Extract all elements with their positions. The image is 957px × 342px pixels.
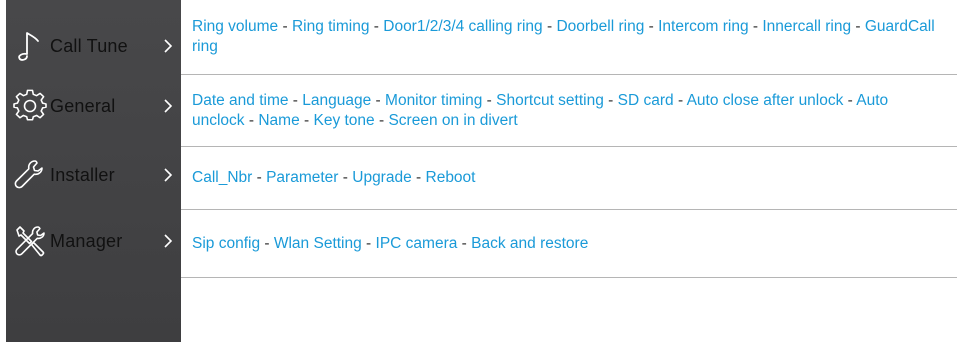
settings-link[interactable]: IPC camera — [376, 235, 458, 252]
settings-link[interactable]: Reboot — [426, 169, 476, 186]
link-separator: - — [843, 91, 857, 109]
sidebar-item-label: Installer — [50, 164, 115, 185]
link-separator: - — [338, 169, 353, 186]
sidebar-item-manager[interactable]: Manager — [6, 211, 181, 271]
settings-link[interactable]: Auto close after unlock — [687, 92, 844, 109]
settings-link[interactable]: Intercom ring — [658, 18, 748, 35]
music-note-icon — [10, 26, 50, 66]
settings-row-general: Date and time - Language - Monitor timin… — [181, 75, 957, 147]
sidebar: Call Tune General Installer Manager — [6, 0, 181, 342]
tools-icon — [10, 221, 50, 261]
chevron-right-icon — [163, 167, 173, 183]
settings-rows: Ring volume - Ring timing - Door1/2/3/4 … — [181, 0, 957, 342]
chevron-right-icon — [163, 233, 173, 249]
settings-link[interactable]: Back and restore — [471, 235, 588, 252]
link-separator: - — [252, 169, 267, 186]
link-separator: - — [244, 111, 259, 129]
settings-row-call-tune: Ring volume - Ring timing - Door1/2/3/4 … — [181, 0, 957, 75]
link-separator: - — [603, 91, 618, 109]
link-separator: - — [482, 91, 497, 109]
settings-link[interactable]: Wlan Setting — [274, 235, 362, 252]
link-list: Sip config - Wlan Setting - IPC camera -… — [192, 234, 588, 254]
settings-link[interactable]: Upgrade — [352, 169, 411, 186]
link-separator: - — [369, 18, 384, 35]
settings-link[interactable]: Call_Nbr — [192, 169, 252, 186]
link-separator: - — [411, 169, 426, 186]
link-list: Date and time - Language - Monitor timin… — [192, 91, 943, 131]
sidebar-item-label: Call Tune — [50, 35, 128, 56]
settings-link[interactable]: Doorbell ring — [556, 18, 644, 35]
settings-link[interactable]: Monitor timing — [385, 92, 482, 109]
settings-screen: Call Tune General Installer Manager Ring… — [0, 0, 957, 342]
sidebar-item-installer[interactable]: Installer — [6, 145, 181, 205]
settings-link[interactable]: Ring volume — [192, 18, 278, 35]
settings-link[interactable]: Parameter — [266, 169, 338, 186]
link-separator: - — [288, 91, 303, 109]
settings-link[interactable]: Date and time — [192, 92, 289, 109]
link-separator: - — [374, 111, 389, 129]
settings-link[interactable]: Language — [302, 92, 371, 109]
chevron-right-icon — [163, 98, 173, 114]
settings-link[interactable]: Innercall ring — [762, 18, 851, 35]
sidebar-item-label: Manager — [50, 230, 123, 251]
settings-link[interactable]: Door1/2/3/4 calling ring — [383, 18, 542, 35]
settings-link[interactable]: Shortcut setting — [496, 92, 604, 109]
link-separator: - — [278, 18, 292, 35]
link-list: Ring volume - Ring timing - Door1/2/3/4 … — [192, 17, 943, 57]
chevron-right-icon — [163, 38, 173, 54]
link-separator: - — [748, 18, 763, 35]
wrench-icon — [10, 155, 50, 195]
settings-link[interactable]: SD card — [618, 92, 674, 109]
link-separator: - — [644, 18, 659, 35]
link-separator: - — [361, 234, 376, 252]
link-separator: - — [260, 234, 274, 252]
link-separator: - — [851, 18, 865, 35]
settings-link[interactable]: Sip config — [192, 235, 260, 252]
link-separator: - — [371, 91, 386, 109]
sidebar-item-call-tune[interactable]: Call Tune — [6, 16, 181, 76]
settings-row-installer: Call_Nbr - Parameter - Upgrade - Reboot — [181, 147, 957, 210]
settings-link[interactable]: Key tone — [313, 112, 374, 129]
link-list: Call_Nbr - Parameter - Upgrade - Reboot — [192, 168, 475, 188]
gear-icon — [10, 86, 50, 126]
link-separator: - — [673, 91, 687, 109]
link-separator: - — [457, 234, 472, 252]
link-separator: - — [542, 18, 557, 35]
sidebar-item-label: General — [50, 95, 116, 116]
settings-link[interactable]: Name — [258, 112, 299, 129]
settings-link[interactable]: Ring timing — [292, 18, 370, 35]
sidebar-item-general[interactable]: General — [6, 76, 181, 136]
link-separator: - — [299, 111, 314, 129]
settings-link[interactable]: Screen on in divert — [388, 112, 517, 129]
settings-row-manager: Sip config - Wlan Setting - IPC camera -… — [181, 210, 957, 278]
